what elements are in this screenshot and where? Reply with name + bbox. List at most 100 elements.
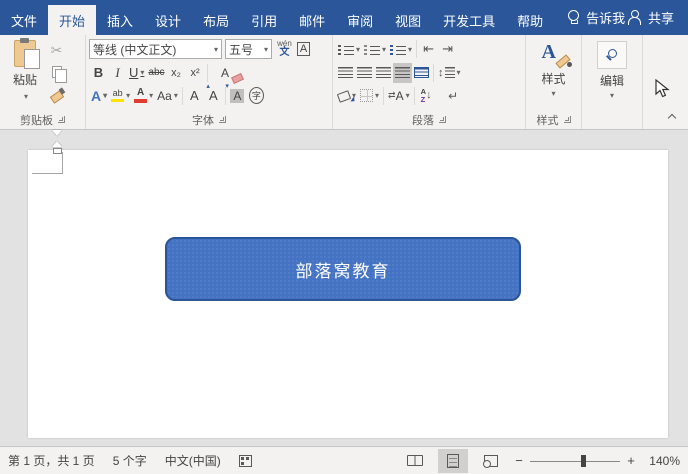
align-left-button[interactable]: [336, 63, 355, 83]
left-indent-marker[interactable]: [53, 148, 62, 154]
tab-开发工具[interactable]: 开发工具: [432, 5, 506, 35]
person-icon: [627, 10, 642, 25]
character-shading-icon: A: [230, 88, 245, 103]
tab-审阅[interactable]: 审阅: [336, 5, 384, 35]
show-hide-marks-button[interactable]: ↵: [444, 86, 463, 106]
zoom-in-button[interactable]: +: [626, 453, 636, 468]
asian-layout-button[interactable]: ⇄ A: [386, 86, 412, 106]
mouse-cursor: [655, 79, 670, 98]
bullets-button[interactable]: [336, 39, 362, 59]
zoom-slider[interactable]: [530, 454, 620, 467]
superscript-button[interactable]: x²: [186, 63, 205, 83]
align-center-icon: [357, 67, 372, 78]
document-area: 部落窝教育: [0, 130, 688, 446]
document-page[interactable]: 部落窝教育: [28, 150, 668, 438]
asian-layout-icon: ⇄: [388, 90, 396, 100]
italic-button[interactable]: I: [108, 63, 127, 83]
print-layout-button[interactable]: [438, 448, 468, 473]
styles-dialog-launcher[interactable]: [563, 116, 571, 123]
font-size-combo[interactable]: 五号 ▾: [225, 39, 272, 59]
tab-邮件[interactable]: 邮件: [288, 5, 336, 35]
font-group: 等线 (中文正文) ▾ 五号 ▾ wén 文 A B I U ▾ abc x₂ …: [86, 35, 333, 129]
macro-record-icon[interactable]: [238, 454, 252, 467]
highlight-icon: ab: [111, 88, 125, 103]
shading-button[interactable]: [336, 86, 358, 106]
styles-group: A 样式 ▾ 样式: [526, 35, 582, 129]
align-right-button[interactable]: [374, 63, 393, 83]
collapse-ribbon-icon[interactable]: [668, 113, 676, 121]
text-effects-button[interactable]: A: [89, 86, 109, 106]
format-painter-button[interactable]: [47, 84, 66, 104]
decrease-indent-button[interactable]: ⇤: [419, 39, 438, 59]
tab-插入[interactable]: 插入: [96, 5, 144, 35]
distribute-button[interactable]: [412, 63, 431, 83]
tab-帮助[interactable]: 帮助: [506, 5, 554, 35]
font-group-label: 字体: [192, 114, 214, 127]
paste-dropdown[interactable]: [22, 88, 28, 102]
clipboard-group-label: 剪贴板: [20, 114, 53, 127]
line-spacing-button[interactable]: ↕: [436, 63, 463, 83]
word-count[interactable]: 5 个字: [113, 452, 147, 469]
font-color-button[interactable]: A: [132, 86, 155, 106]
share-button[interactable]: 共享: [627, 0, 674, 35]
paragraph-dialog-launcher[interactable]: [439, 116, 446, 123]
styles-button[interactable]: A 样式 ▾: [531, 37, 577, 110]
read-mode-button[interactable]: [400, 449, 430, 473]
subscript-button[interactable]: x₂: [167, 63, 186, 83]
tab-开始[interactable]: 开始: [48, 5, 97, 35]
paragraph-group: ⇤ ⇥ ↕ ⇄: [333, 35, 526, 129]
align-center-button[interactable]: [355, 63, 374, 83]
text-boundary-mark-vertical: [62, 152, 63, 174]
font-name-combo[interactable]: 等线 (中文正文) ▾: [89, 39, 222, 59]
tab-文件[interactable]: 文件: [0, 5, 48, 35]
font-dialog-launcher[interactable]: [219, 116, 226, 123]
hanging-indent-marker[interactable]: [52, 141, 62, 147]
strikethrough-button[interactable]: abc: [146, 63, 166, 83]
editing-button-label: 编辑: [599, 74, 624, 88]
paste-button[interactable]: 粘贴: [3, 37, 47, 110]
tab-设计[interactable]: 设计: [144, 5, 192, 35]
phonetic-guide-button[interactable]: wén 文: [275, 39, 294, 59]
borders-button[interactable]: [358, 86, 381, 106]
justify-icon: [395, 67, 410, 78]
rounded-rectangle-shape[interactable]: 部落窝教育: [165, 237, 521, 301]
enclose-characters-button[interactable]: 字: [247, 86, 266, 106]
shrink-font-button[interactable]: A: [204, 82, 229, 106]
cut-icon[interactable]: ✂: [47, 40, 66, 60]
clipboard-dialog-launcher[interactable]: [58, 116, 65, 123]
sort-button[interactable]: AZ ↓: [417, 86, 436, 106]
copy-button[interactable]: [47, 62, 67, 83]
first-line-indent-marker[interactable]: [52, 130, 62, 136]
numbering-button[interactable]: [362, 39, 388, 59]
language-indicator[interactable]: 中文(中国): [165, 452, 221, 469]
print-layout-icon: [447, 453, 459, 468]
character-border-button[interactable]: A: [294, 39, 313, 59]
clear-formatting-button[interactable]: A: [216, 63, 235, 83]
status-bar: 第 1 页，共 1 页 5 个字 中文(中国) − + 140%: [0, 446, 688, 474]
zoom-out-button[interactable]: −: [514, 453, 524, 468]
search-icon-frame: [597, 41, 627, 69]
tab-引用[interactable]: 引用: [240, 5, 288, 35]
title-tab-bar: 文件 开始 插入 设计 布局 引用 邮件 审阅 视图 开发工具 帮助 告诉我 共享: [0, 0, 688, 35]
web-layout-button[interactable]: [476, 449, 506, 473]
grow-font-button[interactable]: A: [185, 82, 210, 106]
character-shading-button[interactable]: A: [228, 86, 247, 106]
change-case-button[interactable]: Aa: [155, 86, 180, 106]
zoom-percentage[interactable]: 140%: [642, 454, 680, 468]
paste-label: 粘贴: [12, 73, 37, 87]
bold-button[interactable]: B: [89, 63, 108, 83]
justify-button[interactable]: [393, 62, 412, 83]
zoom-slider-thumb[interactable]: [581, 454, 587, 467]
distribute-icon: [414, 67, 429, 78]
multilevel-list-button[interactable]: [388, 39, 414, 59]
editing-button[interactable]: 编辑 ▾: [589, 37, 635, 110]
editing-caret-icon: ▾: [609, 91, 614, 100]
underline-button[interactable]: U: [127, 63, 146, 83]
tab-布局[interactable]: 布局: [192, 5, 240, 35]
page-indicator[interactable]: 第 1 页，共 1 页: [8, 452, 95, 469]
highlight-color-button[interactable]: ab: [109, 86, 132, 106]
styles-icon: A: [542, 41, 566, 67]
tab-视图[interactable]: 视图: [384, 5, 432, 35]
increase-indent-button[interactable]: ⇥: [438, 39, 457, 59]
tell-me[interactable]: 告诉我: [568, 0, 625, 35]
